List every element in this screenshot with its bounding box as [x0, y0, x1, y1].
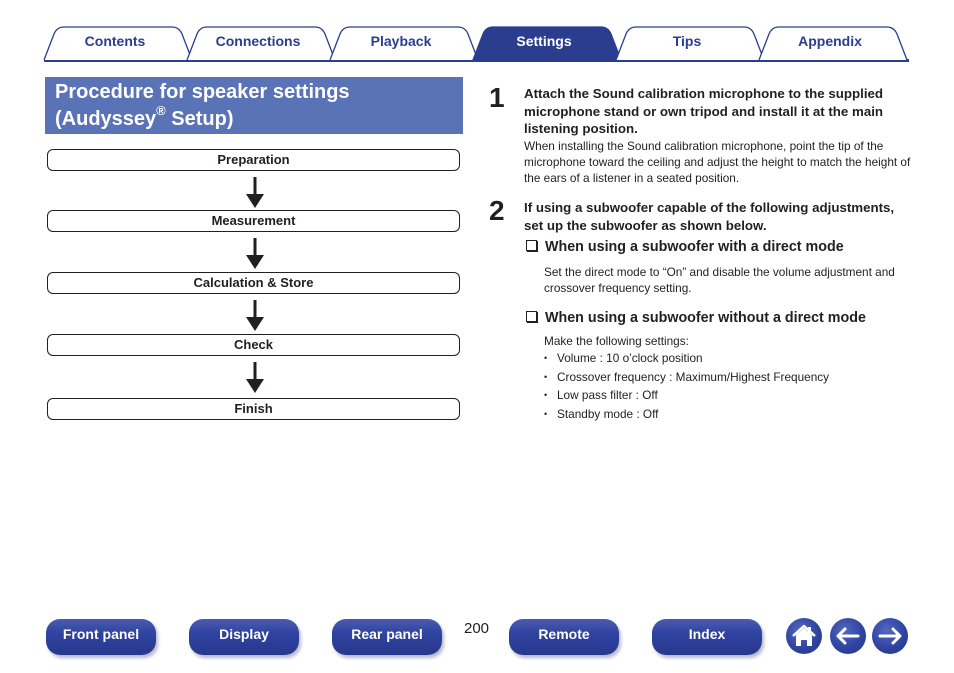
index-button[interactable]: Index [652, 619, 762, 655]
remote-button[interactable]: Remote [509, 619, 619, 655]
flow-step-calculation-store: Calculation & Store [47, 272, 460, 294]
list-item: Volume : 10 o’clock position [544, 350, 829, 369]
down-arrow-icon [246, 362, 264, 393]
tab-contents[interactable]: Contents [43, 26, 193, 61]
front-panel-button[interactable]: Front panel [46, 619, 156, 655]
down-arrow-icon [246, 238, 264, 269]
tab-label: Playback [370, 33, 432, 49]
back-button[interactable] [830, 618, 866, 654]
registered-mark: ® [156, 103, 166, 119]
home-icon [792, 624, 816, 646]
tab-label: Contents [84, 33, 146, 49]
forward-button[interactable] [872, 618, 908, 654]
flow-step-measurement: Measurement [47, 210, 460, 232]
step-heading: Attach the Sound calibration microphone … [524, 86, 884, 136]
flow-step-check: Check [47, 334, 460, 356]
section-body: Set the direct mode to “On” and disable … [544, 265, 895, 295]
tab-appendix[interactable]: Appendix [758, 26, 908, 61]
forward-arrow-icon [878, 627, 902, 645]
step-body: When installing the Sound calibration mi… [524, 139, 911, 185]
title-text: (Audyssey [55, 108, 157, 130]
checkbox-square-icon [526, 311, 537, 322]
step-number: 1 [489, 82, 505, 113]
display-button[interactable]: Display [189, 619, 299, 655]
page-title-line2: (Audyssey® Setup) [55, 103, 463, 133]
title-text: Setup) [165, 108, 234, 130]
subheading-no-direct-mode: When using a subwoofer without a direct … [526, 309, 866, 327]
flow-step-finish: Finish [47, 398, 460, 420]
page-title-line1: Procedure for speaker settings [55, 81, 350, 103]
list-item: Crossover frequency : Maximum/Highest Fr… [544, 369, 829, 388]
tab-tips[interactable]: Tips [615, 26, 765, 61]
list-item: Standby mode : Off [544, 406, 829, 425]
tab-label: Connections [215, 33, 301, 49]
tab-playback[interactable]: Playback [329, 26, 479, 61]
step-number: 2 [489, 195, 505, 226]
back-arrow-icon [836, 627, 860, 645]
down-arrow-icon [246, 300, 264, 331]
checkbox-square-icon [526, 240, 537, 251]
tab-label: Tips [672, 33, 702, 49]
page-number: 200 [464, 620, 490, 637]
tab-settings[interactable]: Settings [472, 26, 622, 61]
home-button[interactable] [786, 618, 822, 654]
list-item: Low pass filter : Off [544, 387, 829, 406]
section-body: Make the following settings: [544, 334, 689, 348]
step-heading: If using a subwoofer capable of the foll… [524, 200, 895, 233]
settings-list: Volume : 10 o’clock position Crossover f… [544, 350, 829, 424]
tab-label: Settings [516, 33, 572, 49]
subheading-direct-mode: When using a subwoofer with a direct mod… [526, 238, 844, 256]
rear-panel-button[interactable]: Rear panel [332, 619, 442, 655]
tab-connections[interactable]: Connections [186, 26, 336, 61]
tab-label: Appendix [798, 33, 862, 49]
page-title: Procedure for speaker settings (Audyssey… [45, 77, 463, 134]
flow-step-preparation: Preparation [47, 149, 460, 171]
subheading-text: When using a subwoofer with a direct mod… [545, 239, 844, 255]
down-arrow-icon [246, 177, 264, 208]
subheading-text: When using a subwoofer without a direct … [545, 310, 866, 326]
